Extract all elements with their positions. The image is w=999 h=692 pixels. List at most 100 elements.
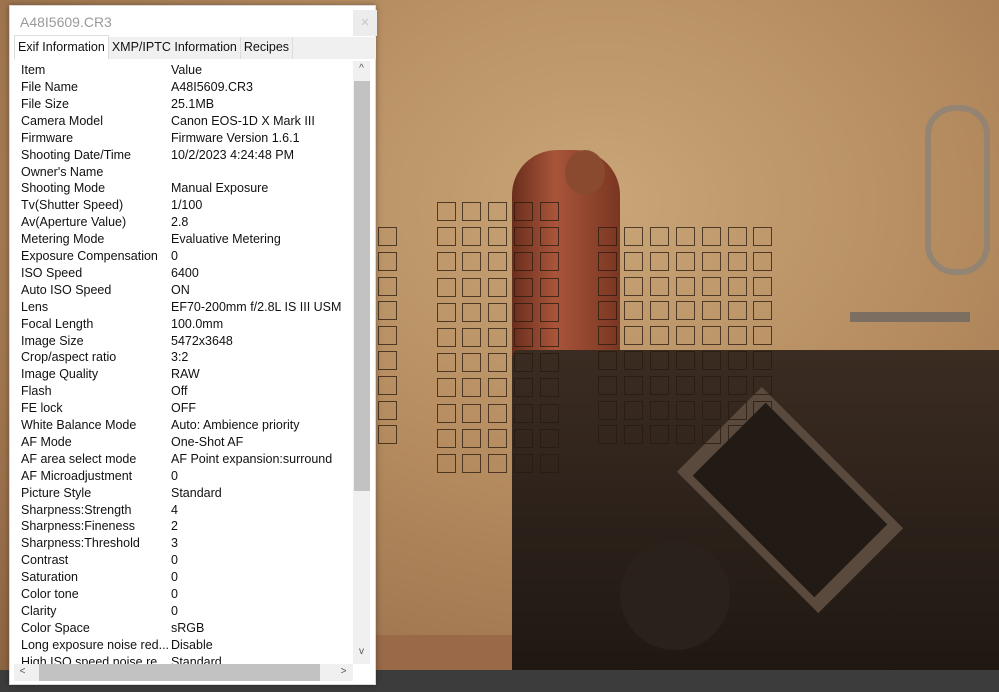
- row-item: White Balance Mode: [21, 418, 137, 432]
- camera-knob: [620, 540, 730, 650]
- row-item: High ISO speed noise re...: [21, 654, 168, 664]
- horizontal-scroll-thumb[interactable]: [39, 664, 320, 681]
- af-point: [623, 251, 643, 271]
- row-value: Firmware Version 1.6.1: [171, 130, 300, 145]
- row-value: 2: [171, 519, 178, 534]
- row-item: Shooting Date/Time: [21, 147, 132, 162]
- af-point: [378, 227, 397, 246]
- row-value: 3: [171, 536, 178, 551]
- scroll-left-icon[interactable]: <: [14, 666, 31, 677]
- af-point: [675, 375, 695, 395]
- af-point: [514, 202, 533, 221]
- tab-xmp-iptc[interactable]: XMP/IPTC Information: [109, 37, 241, 59]
- row-item: Auto ISO Speed: [21, 282, 112, 297]
- af-point: [675, 227, 695, 246]
- af-point: [488, 328, 507, 347]
- af-point: [488, 202, 507, 221]
- scroll-up-icon[interactable]: ^: [353, 63, 370, 74]
- close-icon[interactable]: ✕: [353, 10, 377, 36]
- row-item: Clarity: [21, 603, 57, 618]
- af-point: [514, 428, 533, 448]
- af-point: [727, 276, 747, 296]
- af-point: [488, 378, 507, 398]
- vertical-scrollbar[interactable]: ^ v: [353, 61, 370, 664]
- row-item: Exposure Compensation: [21, 249, 158, 263]
- row-value: Manual Exposure: [171, 181, 269, 196]
- af-point: [514, 378, 533, 398]
- row-value: OFF: [171, 401, 196, 416]
- af-point: [623, 227, 643, 246]
- horizontal-scrollbar[interactable]: < >: [14, 664, 353, 681]
- af-point: [540, 252, 559, 272]
- af-point: [727, 425, 747, 445]
- scroll-right-icon[interactable]: >: [335, 666, 352, 677]
- row-item: Firmware: [21, 130, 74, 145]
- row-value: 4: [171, 502, 178, 517]
- row-item: FE lock: [21, 401, 63, 416]
- row-item: File Size: [21, 96, 69, 111]
- af-point: [598, 301, 617, 321]
- row-value: Canon EOS-1D X Mark III: [171, 113, 315, 128]
- row-value: EF70-200mm f/2.8L IS III USM: [171, 299, 342, 314]
- info-panel: A48I5609.CR3 ✕ Exif Information XMP/IPTC…: [9, 5, 377, 685]
- lamp-arm: [850, 312, 970, 322]
- af-point: [437, 202, 456, 221]
- af-point: [378, 375, 397, 395]
- row-item: Color tone: [21, 587, 79, 601]
- row-item: Color Space: [21, 620, 90, 635]
- af-point: [437, 353, 456, 373]
- af-point: [701, 351, 721, 370]
- row-value: 3:2: [171, 350, 189, 365]
- af-point: [437, 428, 456, 448]
- af-point: [598, 400, 617, 420]
- af-point: [462, 227, 481, 247]
- af-point: [437, 277, 456, 297]
- af-point: [514, 227, 533, 247]
- af-point: [623, 276, 643, 296]
- af-point: [462, 277, 481, 297]
- af-point: [675, 425, 695, 445]
- row-value: 25.1MB: [171, 96, 215, 111]
- af-point: [727, 400, 747, 420]
- af-point: [649, 425, 669, 445]
- af-point: [437, 403, 456, 423]
- exif-list[interactable]: Item Value File Name A48I5609.CR3 File Siz…: [14, 60, 354, 664]
- af-point: [701, 301, 721, 321]
- af-point: [540, 353, 559, 373]
- row-item: ISO Speed: [21, 265, 83, 280]
- af-point: [378, 351, 397, 370]
- row-item: Focal Length: [21, 316, 94, 331]
- af-point: [540, 202, 559, 221]
- af-point: [462, 428, 481, 448]
- row-value: sRGB: [171, 620, 205, 635]
- af-point: [462, 454, 481, 473]
- column-header-value[interactable]: Value: [171, 63, 202, 77]
- af-point: [488, 227, 507, 247]
- af-point: [727, 301, 747, 321]
- tab-recipes[interactable]: Recipes: [241, 37, 294, 59]
- af-point: [598, 251, 617, 271]
- row-value: 0: [171, 603, 178, 618]
- row-item: Sharpness:Threshold: [21, 536, 140, 551]
- lamp: [925, 105, 990, 275]
- row-item: Owner's Name: [21, 164, 104, 179]
- af-point: [675, 351, 695, 370]
- af-point: [462, 252, 481, 272]
- tab-exif[interactable]: Exif Information: [14, 35, 109, 59]
- row-item: Picture Style: [21, 485, 92, 500]
- af-point: [462, 353, 481, 373]
- row-value: Auto: Ambience priority: [171, 418, 300, 432]
- af-point: [378, 251, 397, 271]
- af-point: [598, 351, 617, 370]
- scroll-down-icon[interactable]: v: [353, 646, 370, 657]
- af-point: [623, 400, 643, 420]
- row-value: 10/2/2023 4:24:48 PM: [171, 147, 295, 162]
- af-point: [649, 351, 669, 370]
- vertical-scroll-thumb[interactable]: [354, 81, 370, 491]
- af-point: [598, 326, 617, 346]
- af-point: [540, 403, 559, 423]
- row-item: Lens: [21, 299, 49, 314]
- column-header-item[interactable]: Item: [21, 63, 169, 77]
- row-value: Off: [171, 384, 188, 399]
- shelf: [376, 635, 516, 670]
